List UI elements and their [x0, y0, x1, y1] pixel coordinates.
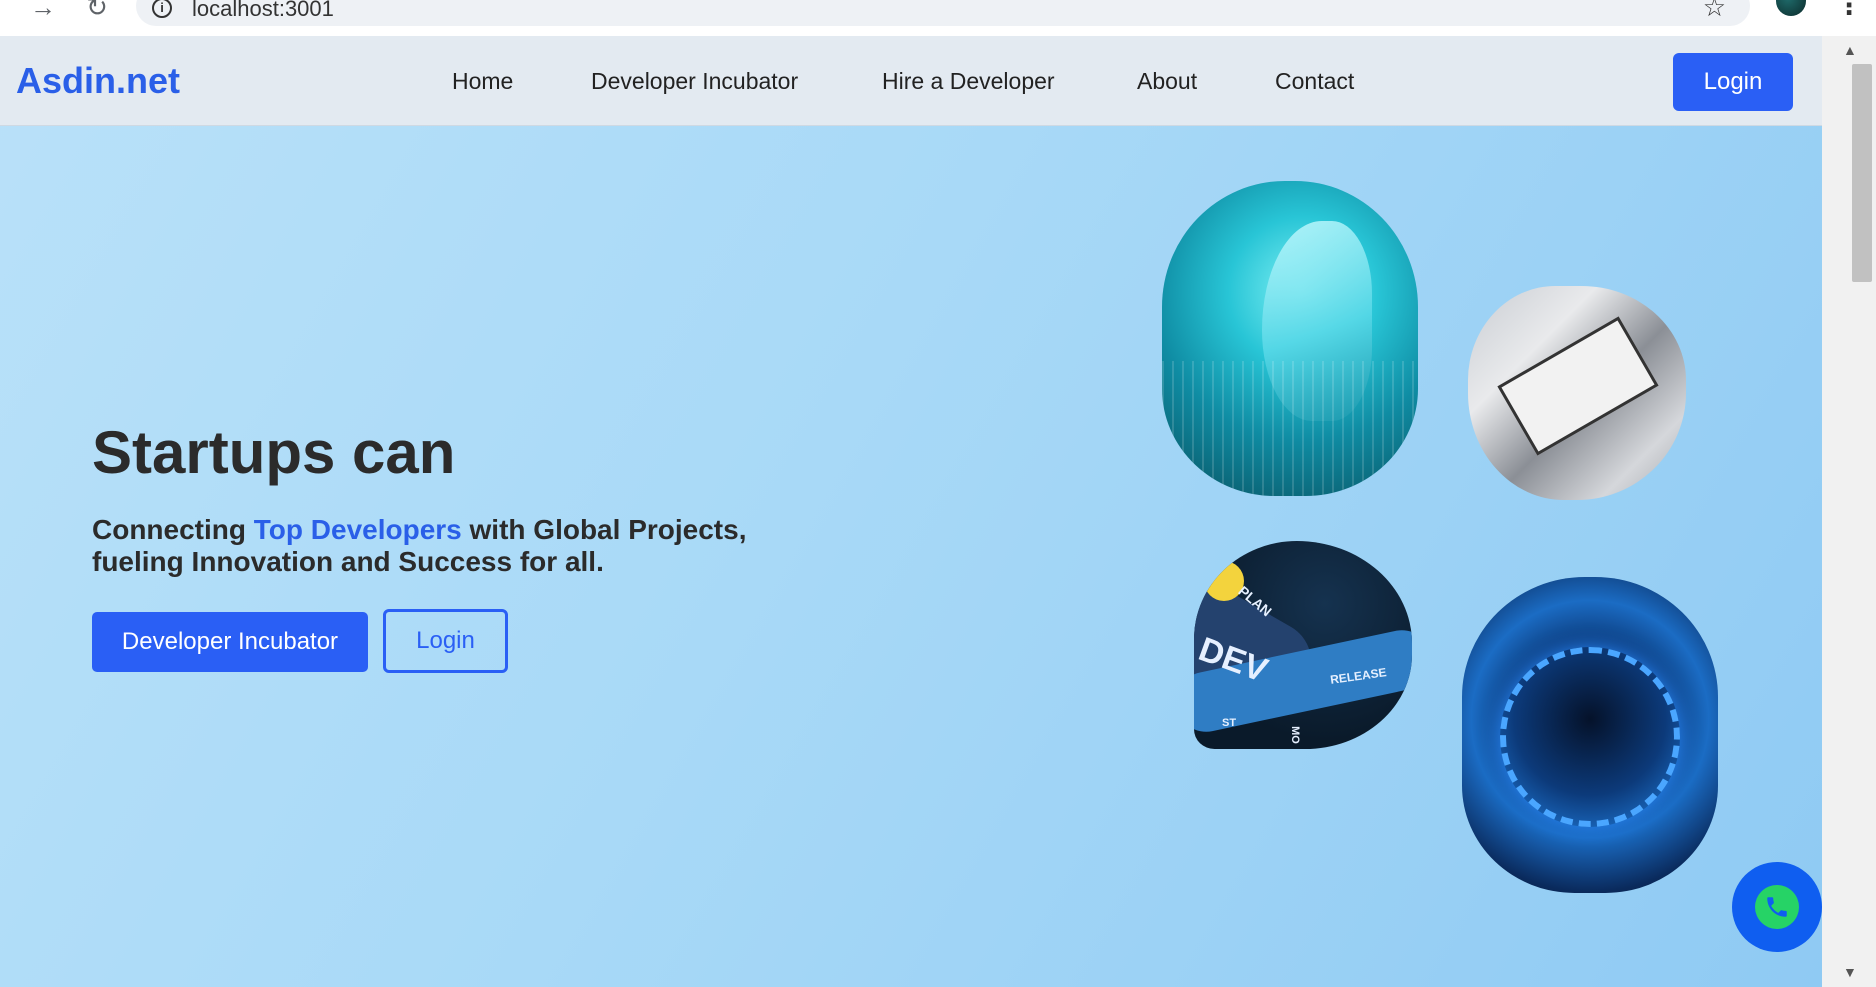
- site-navbar: Asdin.net Home Developer Incubator Hire …: [0, 36, 1822, 126]
- bookmark-star-icon[interactable]: ☆: [1703, 0, 1726, 23]
- nav-link-developer-incubator[interactable]: Developer Incubator: [591, 68, 798, 95]
- nav-link-hire-developer[interactable]: Hire a Developer: [882, 68, 1055, 95]
- whatsapp-button[interactable]: [1732, 862, 1822, 952]
- forward-arrow-icon[interactable]: →: [28, 0, 58, 23]
- hero-title: Startups can: [92, 419, 456, 486]
- page-content: Asdin.net Home Developer Incubator Hire …: [0, 36, 1822, 987]
- office-team-image: [1468, 286, 1686, 500]
- url-text[interactable]: localhost:3001: [192, 0, 334, 22]
- hero-subtitle-highlight: Top Developers: [253, 514, 462, 545]
- phone-icon: [1755, 885, 1799, 929]
- hero-subtitle-prefix: Connecting: [92, 514, 254, 545]
- site-info-icon[interactable]: i: [152, 0, 172, 18]
- page-scrollbar[interactable]: ▲ ▼: [1822, 36, 1876, 987]
- nav-link-contact[interactable]: Contact: [1275, 68, 1354, 95]
- browser-menu-icon[interactable]: ⋮: [1836, 0, 1862, 21]
- devops-label-monitor: MO: [1288, 726, 1301, 744]
- browser-toolbar: → ↻ i localhost:3001 ☆ ⋮: [0, 0, 1876, 36]
- hero-login-button[interactable]: Login: [383, 609, 508, 673]
- ai-robot-image: [1162, 181, 1418, 496]
- brand-logo[interactable]: Asdin.net: [16, 60, 180, 102]
- scroll-down-arrow-icon[interactable]: ▼: [1843, 964, 1857, 980]
- nav-link-home[interactable]: Home: [452, 68, 513, 95]
- navbar-login-button[interactable]: Login: [1673, 53, 1793, 111]
- devops-cycle-image: PLAN DEV RELEASE ST MO: [1194, 541, 1412, 749]
- scrollbar-thumb[interactable]: [1852, 64, 1872, 282]
- reload-icon[interactable]: ↻: [82, 0, 112, 23]
- profile-avatar[interactable]: [1776, 0, 1806, 16]
- tech-circuit-image: [1462, 577, 1718, 893]
- nav-link-about[interactable]: About: [1137, 68, 1197, 95]
- address-bar[interactable]: i localhost:3001 ☆: [136, 0, 1750, 26]
- devops-label-test: ST: [1222, 717, 1237, 729]
- developer-incubator-button[interactable]: Developer Incubator: [92, 612, 368, 672]
- hero-subtitle: Connecting Top Developers with Global Pr…: [92, 514, 792, 578]
- scroll-up-arrow-icon[interactable]: ▲: [1843, 42, 1857, 58]
